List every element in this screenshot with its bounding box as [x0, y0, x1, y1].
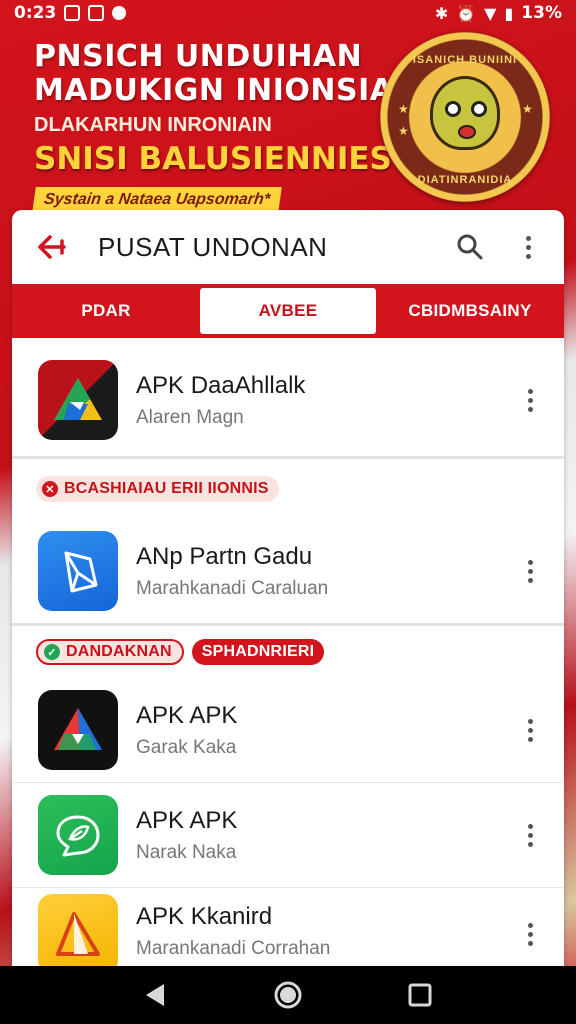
back-button[interactable] [34, 229, 70, 265]
nav-home-button[interactable] [268, 975, 308, 1015]
banner-headline-1: PNSICH UNDUIHAN [34, 39, 363, 74]
app-bar: PUSAT UNDONAN [12, 210, 564, 284]
search-button[interactable] [450, 227, 490, 267]
check-icon: ✓ [44, 644, 60, 660]
overflow-menu-button[interactable] [508, 227, 548, 267]
more-vert-icon [527, 718, 533, 742]
triangle-logo-icon [38, 360, 118, 440]
category-tag-label: SPHADNRIERI [201, 643, 315, 660]
more-vert-icon [527, 388, 533, 412]
notification-icon [64, 5, 81, 21]
app-name: APK Kkanird [136, 903, 273, 930]
battery-level: 13% [521, 3, 562, 23]
tent-icon [38, 894, 118, 970]
chat-icon [112, 6, 127, 20]
app-subtitle: Narak Naka [136, 842, 237, 863]
list-item[interactable]: APK Kkanird Marankanadi Corrahan [12, 888, 564, 970]
app-name: APK APK [136, 702, 238, 729]
system-nav-bar [0, 966, 576, 1024]
bluetooth-icon: ✱ [434, 3, 449, 23]
app-subtitle: Alaren Magn [136, 407, 244, 428]
app-name: APK DaaAhllalk [136, 372, 306, 399]
status-bar: 0:23 ✱ ⏰ ▼ ▮ 13% [0, 0, 576, 26]
wifi-icon: ▼ [484, 3, 497, 23]
banner-headline-2: MADUKIGN INIONSIA [34, 73, 394, 108]
mascot-face-icon [430, 76, 500, 150]
item-menu-button[interactable] [510, 904, 550, 964]
home-circle-icon [274, 981, 302, 1009]
category-tag[interactable]: ✕ BCASHIAIAU ERII IIONNIS [36, 476, 279, 502]
more-vert-icon [527, 823, 533, 847]
category-tag-label: BCASHIAIAU ERII IIONNIS [64, 480, 269, 497]
app-list: APK DaaAhllalk Alaren Magn ✕ BCASHIAIAU … [12, 338, 564, 970]
category-tag[interactable]: SPHADNRIERI [191, 639, 325, 665]
star-icon: ★ [522, 102, 533, 116]
nav-back-button[interactable] [136, 975, 176, 1015]
more-vert-icon [527, 922, 533, 946]
section-header: ✓ DANDAKNAN SPHADNRIERI [12, 626, 564, 678]
badge-bottom-text: DIATINRANIDIA [417, 174, 513, 186]
app-name: APK APK [136, 807, 238, 834]
chat-leaf-icon [38, 795, 118, 875]
signal-icon: ▮ [504, 3, 514, 23]
star-icon: ★ [398, 124, 409, 138]
close-icon: ✕ [42, 481, 58, 497]
back-arrow-icon [38, 235, 66, 259]
category-tag-label: DANDAKNAN [66, 643, 172, 660]
app-name: ANp Partn Gadu [136, 543, 313, 570]
section-header: ✕ BCASHIAIAU ERII IIONNIS [12, 459, 564, 519]
item-menu-button[interactable] [510, 700, 550, 760]
nav-recents-button[interactable] [400, 975, 440, 1015]
item-menu-button[interactable] [510, 370, 550, 430]
recents-square-icon [408, 983, 432, 1007]
page-title: PUSAT UNDONAN [98, 231, 328, 262]
more-vert-icon [525, 235, 531, 259]
back-triangle-icon [146, 984, 164, 1006]
tab-active[interactable]: AVBEE [200, 288, 376, 334]
app-subtitle: Marahkanadi Caraluan [136, 578, 329, 599]
tab-bar: PDAR AVBEE CBIDMBSAINY [12, 284, 564, 338]
mascot-badge: ISANICH BUNIINI ★ ★ ★ DIATINRANIDIA [380, 32, 550, 202]
list-item[interactable]: APK APK Garak Kaka [12, 678, 564, 782]
category-tag[interactable]: ✓ DANDAKNAN [36, 639, 184, 665]
tab-last[interactable]: CBIDMBSAINY [380, 301, 560, 321]
promo-banner[interactable]: PNSICH UNDUIHAN MADUKIGN INIONSIA DLAKAR… [0, 26, 576, 216]
folded-paper-icon [38, 531, 118, 611]
item-menu-button[interactable] [510, 805, 550, 865]
tab-first[interactable]: PDAR [16, 301, 196, 321]
download-center-card: PUSAT UNDONAN PDAR AVBEE CBIDMBSAINY APK… [12, 210, 564, 970]
alarm-icon: ⏰ [456, 3, 477, 23]
more-vert-icon [527, 559, 533, 583]
list-item[interactable]: ANp Partn Gadu Marahkanadi Caraluan [12, 519, 564, 623]
item-menu-button[interactable] [510, 541, 550, 601]
app-subtitle: Garak Kaka [136, 737, 237, 758]
list-item[interactable]: APK APK Narak Naka [12, 783, 564, 887]
image-icon [88, 5, 105, 21]
app-subtitle: Marankanadi Corrahan [136, 938, 331, 959]
list-item[interactable]: APK DaaAhllalk Alaren Magn [12, 338, 564, 456]
search-icon [457, 234, 483, 260]
banner-highlight: SNISI BALUSIENNIES [34, 141, 392, 177]
badge-top-text: ISANICH BUNIINI [412, 54, 518, 66]
triangle-logo-icon [38, 690, 118, 770]
status-time: 0:23 [14, 3, 57, 23]
banner-subheadline: DLAKARHUN INRONIAIN [34, 114, 272, 136]
star-icon: ★ [398, 102, 409, 116]
